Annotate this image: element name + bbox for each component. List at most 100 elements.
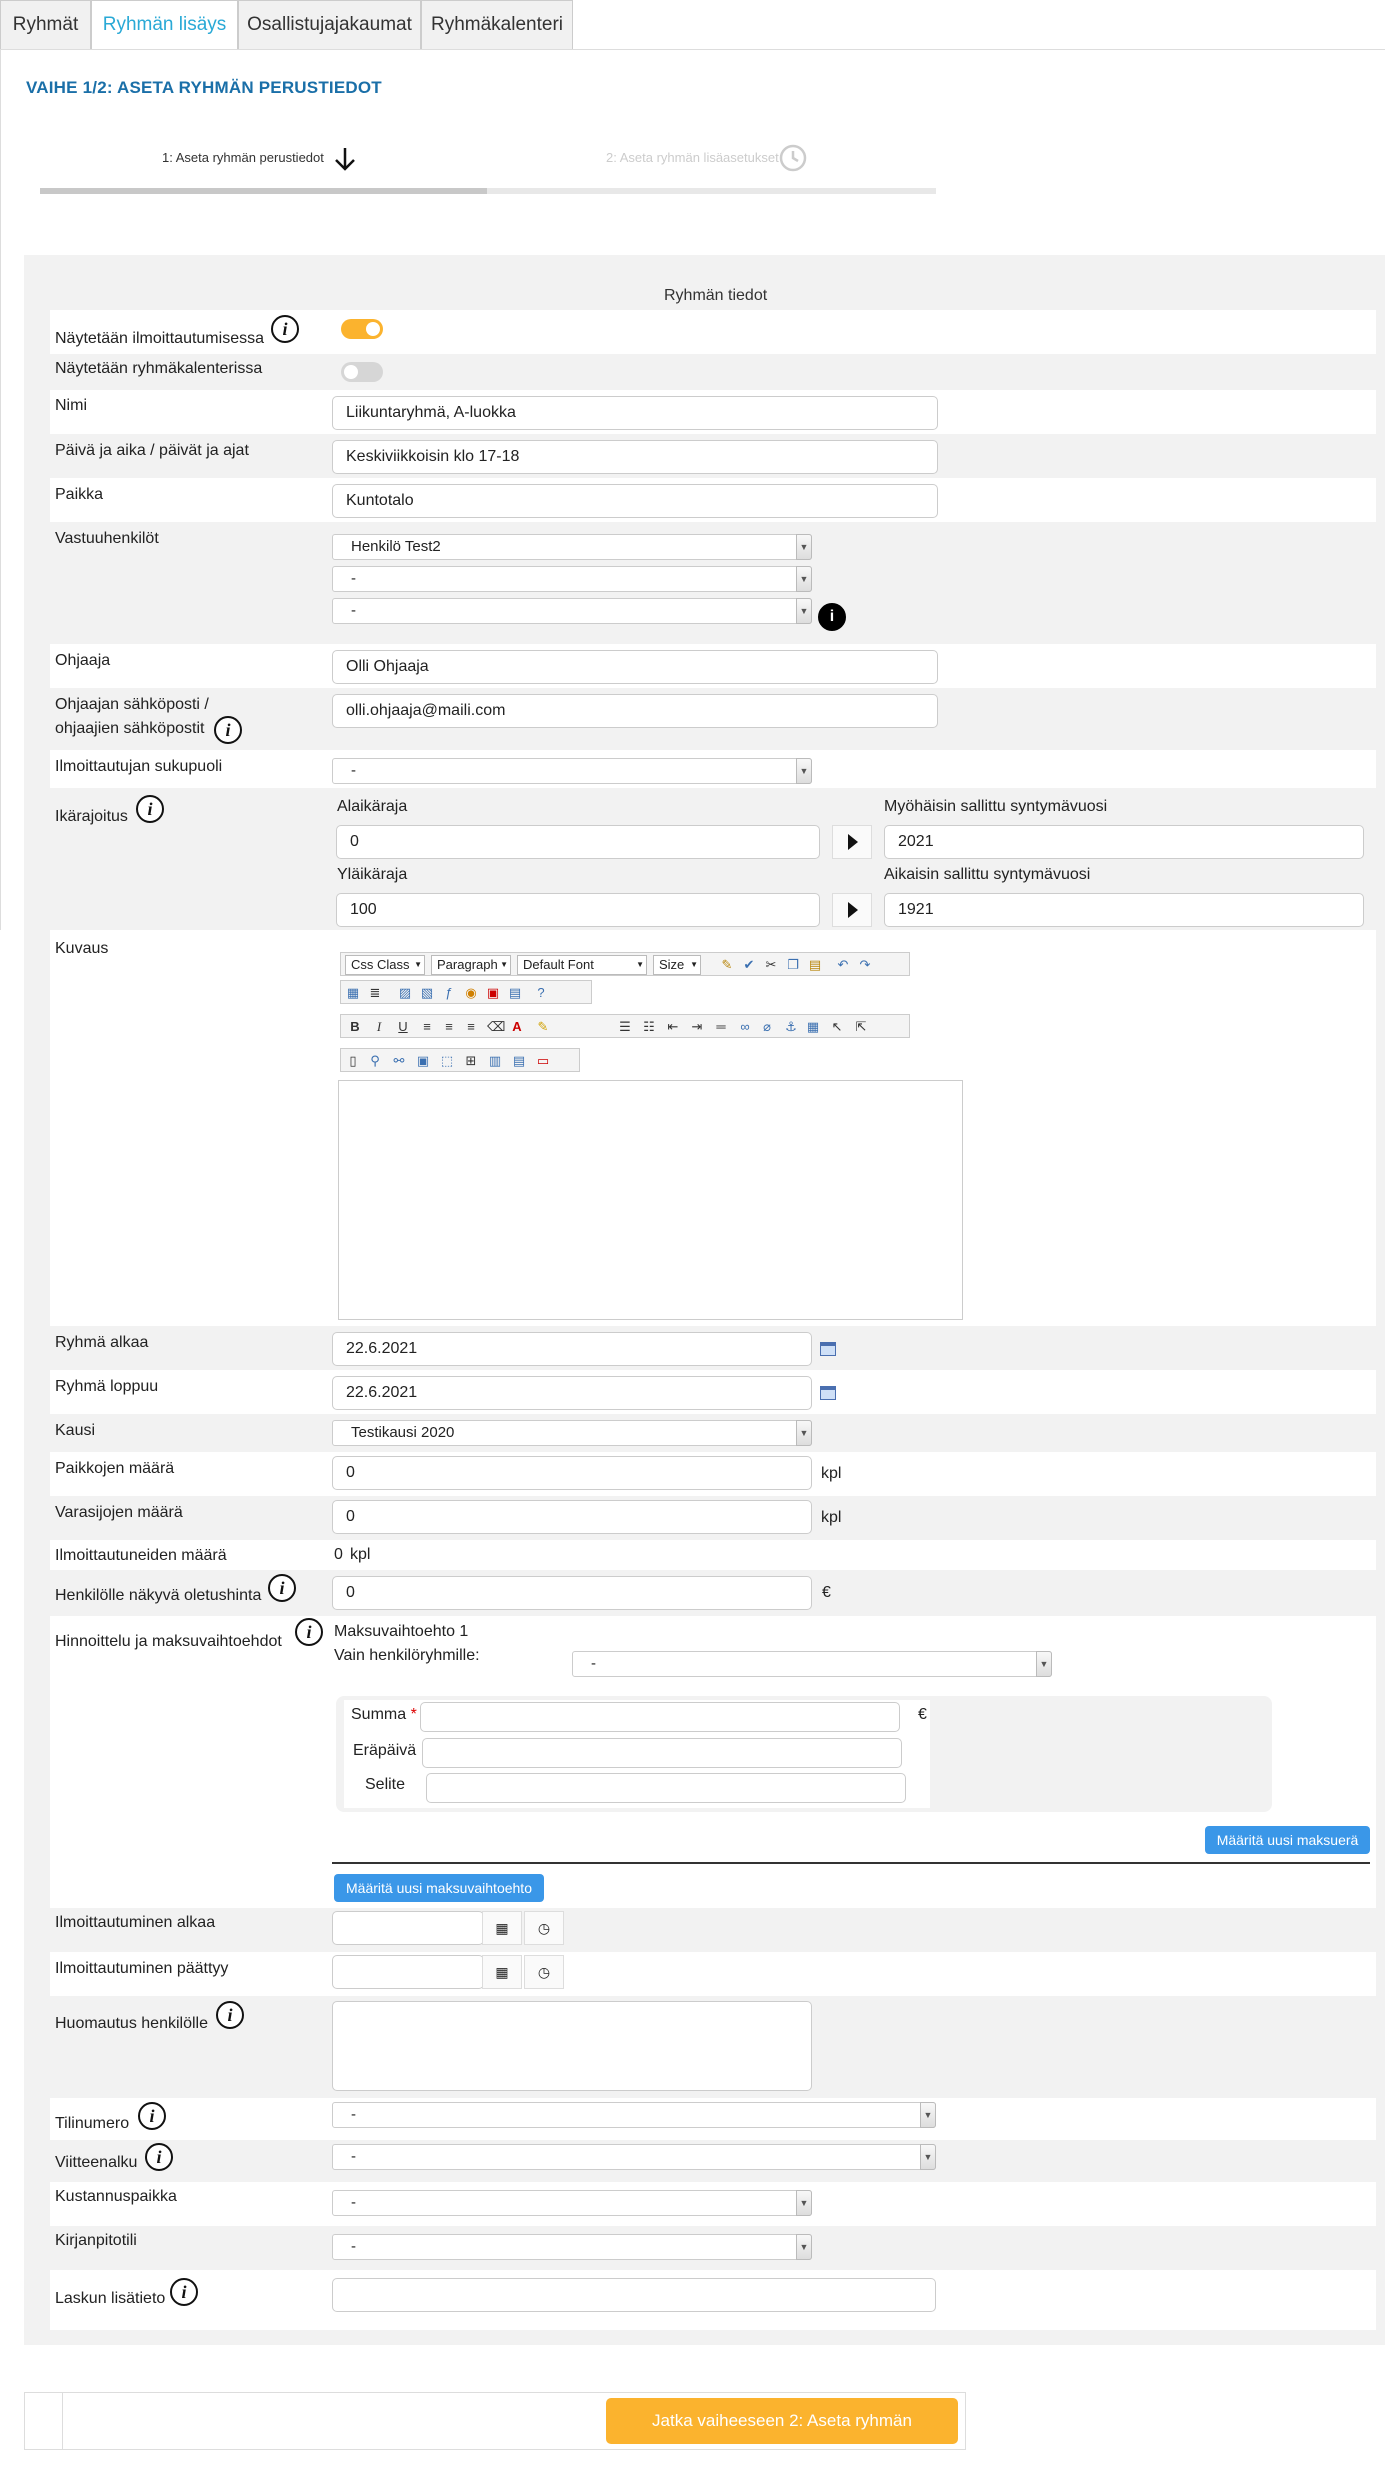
css-class-select[interactable]: Css Class ▼ bbox=[345, 955, 425, 975]
highlight-icon[interactable]: ✎ bbox=[535, 1019, 551, 1035]
calendar-icon[interactable] bbox=[820, 1342, 836, 1356]
align-right-icon[interactable]: ≡ bbox=[463, 1019, 479, 1035]
reserve-input[interactable]: 0 bbox=[332, 1500, 812, 1534]
sum-input[interactable] bbox=[420, 1702, 900, 1732]
lower-limit-convert-button[interactable] bbox=[832, 825, 872, 859]
pdf-icon[interactable]: ▣ bbox=[485, 985, 501, 1001]
info-icon[interactable]: i bbox=[138, 2102, 166, 2130]
earliest-year-input[interactable]: 1921 bbox=[884, 893, 1364, 927]
tab-add-group[interactable]: Ryhmän lisäys bbox=[91, 0, 238, 50]
bookkeeping-select[interactable]: - ▼ bbox=[332, 2234, 812, 2260]
help-icon[interactable]: ? bbox=[533, 985, 549, 1001]
replace-icon[interactable]: ▣ bbox=[415, 1053, 431, 1069]
new-installment-button[interactable]: Määritä uusi maksuerä bbox=[1205, 1826, 1370, 1854]
bullet-list-icon[interactable]: ☷ bbox=[641, 1019, 657, 1035]
latest-year-input[interactable]: 2021 bbox=[884, 825, 1364, 859]
group-starts-input[interactable]: 22.6.2021 bbox=[332, 1332, 812, 1366]
invoice-info-input[interactable] bbox=[332, 2278, 936, 2312]
cost-center-select[interactable]: - ▼ bbox=[332, 2190, 812, 2216]
info-icon[interactable]: i bbox=[136, 795, 164, 823]
paste-text-icon[interactable]: ≣ bbox=[367, 985, 383, 1001]
responsible-select-3[interactable]: - ▼ bbox=[332, 598, 812, 624]
upper-limit-convert-button[interactable] bbox=[832, 893, 872, 927]
font-color-icon[interactable]: A bbox=[509, 1019, 525, 1035]
select-all-icon[interactable]: ⇱ bbox=[853, 1019, 869, 1035]
only-groups-select[interactable]: - ▼ bbox=[572, 1651, 1052, 1677]
default-price-input[interactable]: 0 bbox=[332, 1576, 812, 1610]
continue-button[interactable]: Jatka vaiheeseen 2: Aseta ryhmän lisäase… bbox=[606, 2398, 958, 2476]
size-select[interactable]: Size ▼ bbox=[653, 955, 701, 975]
info-icon[interactable]: i bbox=[295, 1618, 323, 1646]
font-select[interactable]: Default Font ▼ bbox=[517, 955, 647, 975]
unlink-icon[interactable]: ⌀ bbox=[759, 1019, 775, 1035]
info-icon[interactable]: i bbox=[271, 315, 299, 343]
bold-icon[interactable]: B bbox=[347, 1019, 363, 1035]
frame-icon[interactable]: ⬚ bbox=[439, 1053, 455, 1069]
signup-start-date-button[interactable]: ▦ bbox=[482, 1911, 522, 1945]
show-calendar-toggle[interactable] bbox=[341, 362, 383, 382]
show-signup-toggle[interactable] bbox=[341, 319, 383, 339]
info-icon[interactable]: i bbox=[268, 1574, 296, 1602]
italic-icon[interactable]: I bbox=[371, 1019, 387, 1035]
horizontal-rule-icon[interactable]: ═ bbox=[713, 1019, 729, 1035]
responsible-select-1[interactable]: Henkilö Test2 ▼ bbox=[332, 534, 812, 560]
datetime-input[interactable]: Keskiviikkoisin klo 17-18 bbox=[332, 440, 938, 474]
instructor-email-input[interactable]: olli.ohjaaja@maili.com bbox=[332, 694, 938, 728]
align-left-icon[interactable]: ≡ bbox=[419, 1019, 435, 1035]
signup-end-input[interactable] bbox=[332, 1955, 484, 1989]
name-input[interactable]: Liikuntaryhmä, A-luokka bbox=[332, 396, 938, 430]
outdent-icon[interactable]: ⇤ bbox=[665, 1019, 681, 1035]
responsible-select-2[interactable]: - ▼ bbox=[332, 566, 812, 592]
paste-icon[interactable]: ▤ bbox=[807, 957, 823, 973]
info-icon[interactable]: i bbox=[170, 2278, 198, 2306]
align-center-icon[interactable]: ≡ bbox=[441, 1019, 457, 1035]
new-page-icon[interactable]: ▯ bbox=[345, 1053, 361, 1069]
table-icon[interactable]: ▦ bbox=[805, 1019, 821, 1035]
signup-start-time-button[interactable]: ◷ bbox=[524, 1911, 564, 1945]
description-editor-area[interactable] bbox=[338, 1080, 963, 1320]
paste-word-icon[interactable]: ▦ bbox=[345, 985, 361, 1001]
explanation-input[interactable] bbox=[426, 1773, 906, 1803]
account-select[interactable]: - ▼ bbox=[332, 2102, 936, 2128]
signup-end-date-button[interactable]: ▦ bbox=[482, 1955, 522, 1989]
grid-icon[interactable]: ⊞ bbox=[463, 1053, 479, 1069]
image-edit-icon[interactable]: ▧ bbox=[419, 985, 435, 1001]
due-date-input[interactable] bbox=[422, 1738, 902, 1768]
anchor-icon[interactable]: ⚓ bbox=[783, 1019, 799, 1035]
instructor-input[interactable]: Olli Ohjaaja bbox=[332, 650, 938, 684]
redo-icon[interactable]: ↷ bbox=[857, 957, 873, 973]
tab-participant-distribution[interactable]: Osallistujajakaumat bbox=[238, 0, 421, 50]
reference-select[interactable]: - ▼ bbox=[332, 2144, 936, 2170]
gender-select[interactable]: - ▼ bbox=[332, 758, 812, 784]
select-pointer-icon[interactable]: ↖ bbox=[829, 1019, 845, 1035]
upper-limit-input[interactable]: 100 bbox=[336, 893, 820, 927]
group-ends-input[interactable]: 22.6.2021 bbox=[332, 1376, 812, 1410]
copy-icon[interactable]: ❐ bbox=[785, 957, 801, 973]
form-icon[interactable]: ▭ bbox=[535, 1053, 551, 1069]
spellcheck-icon[interactable]: ✔ bbox=[741, 957, 757, 973]
underline-icon[interactable]: U bbox=[395, 1019, 411, 1035]
tab-groups[interactable]: Ryhmät bbox=[0, 0, 91, 50]
numbered-list-icon[interactable]: ☰ bbox=[617, 1019, 633, 1035]
place-input[interactable]: Kuntotalo bbox=[332, 484, 938, 518]
document-icon[interactable]: ▤ bbox=[507, 985, 523, 1001]
template-icon[interactable]: ▤ bbox=[511, 1053, 527, 1069]
tab-group-calendar[interactable]: Ryhmäkalenteri bbox=[421, 0, 573, 50]
cut-icon[interactable]: ✂ bbox=[763, 957, 779, 973]
undo-icon[interactable]: ↶ bbox=[835, 957, 851, 973]
flash-icon[interactable]: ƒ bbox=[441, 985, 457, 1001]
info-icon[interactable]: i bbox=[216, 2001, 244, 2029]
seats-input[interactable]: 0 bbox=[332, 1456, 812, 1490]
paragraph-select[interactable]: Paragraph ▼ bbox=[431, 955, 511, 975]
info-icon[interactable]: i bbox=[818, 603, 846, 631]
signup-start-input[interactable] bbox=[332, 1911, 484, 1945]
note-textarea[interactable] bbox=[332, 2001, 812, 2091]
indent-icon[interactable]: ⇥ bbox=[689, 1019, 705, 1035]
info-icon[interactable]: i bbox=[145, 2143, 173, 2171]
find-icon[interactable]: ⚯ bbox=[391, 1053, 407, 1069]
layout-icon[interactable]: ▥ bbox=[487, 1053, 503, 1069]
signup-end-time-button[interactable]: ◷ bbox=[524, 1955, 564, 1989]
link-icon[interactable]: ∞ bbox=[737, 1019, 753, 1035]
image-icon[interactable]: ▨ bbox=[397, 985, 413, 1001]
preview-icon[interactable]: ⚲ bbox=[367, 1053, 383, 1069]
